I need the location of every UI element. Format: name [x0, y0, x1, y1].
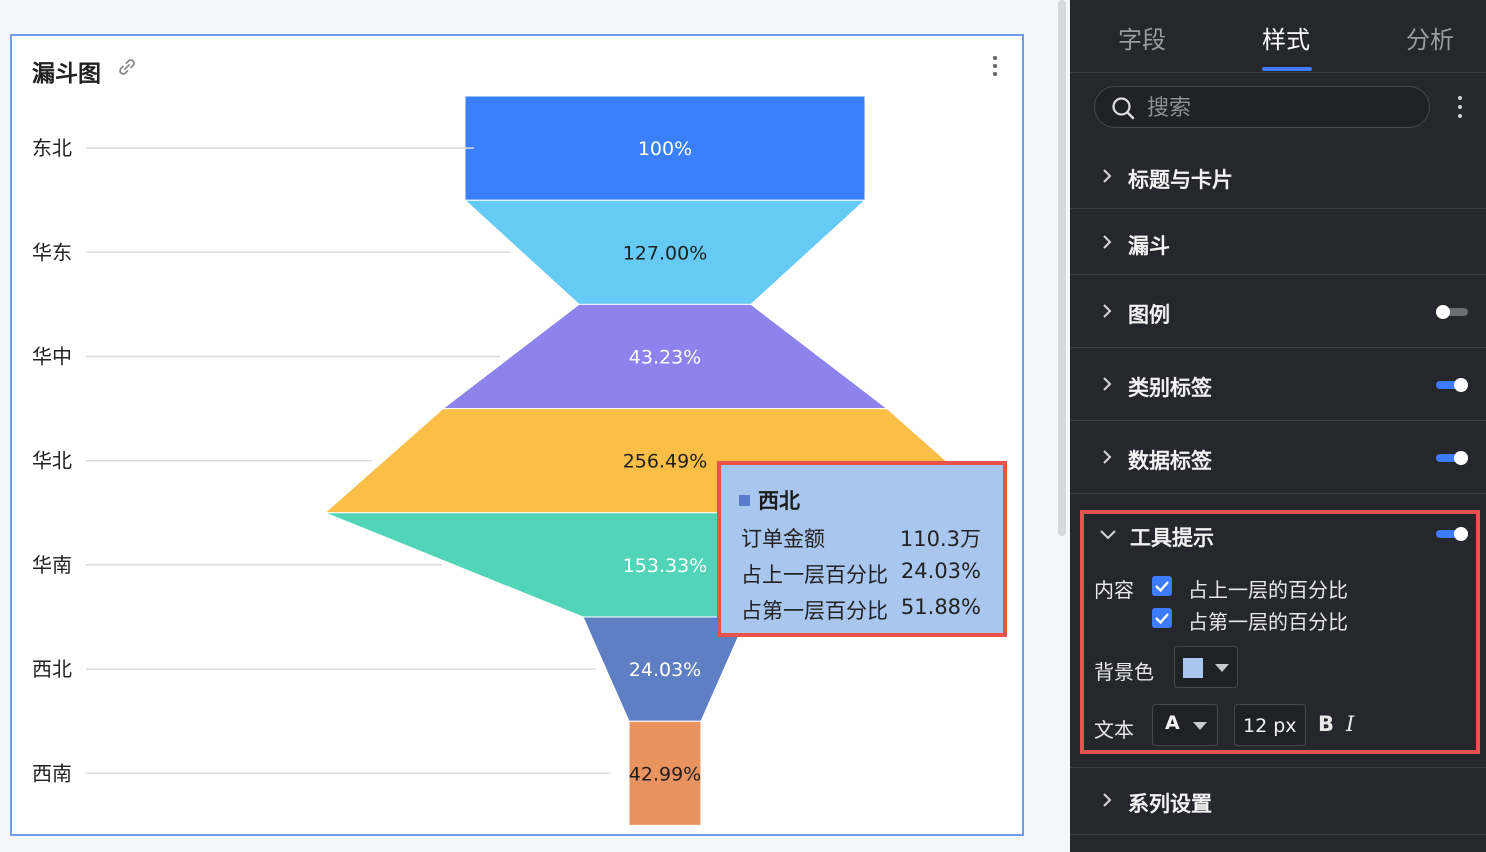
- chevron-right-icon: [1103, 377, 1112, 391]
- search-input[interactable]: [1145, 91, 1419, 125]
- section-label: 标题与卡片: [1128, 168, 1233, 192]
- content-label: 内容: [1094, 578, 1134, 602]
- section-legend[interactable]: 图例: [1070, 275, 1486, 348]
- section-tooltip: 工具提示 内容 占上一层的百分比 占第一层的百分比 背景色 文本 A B I: [1080, 510, 1480, 754]
- option-label: 占第一层的百分比: [1188, 610, 1348, 634]
- background-color-picker[interactable]: [1174, 646, 1238, 688]
- panel-search: [1094, 86, 1430, 128]
- tooltip-title-text: 西北: [758, 489, 800, 513]
- section-label: 图例: [1128, 303, 1170, 327]
- data-label: 100%: [638, 138, 692, 160]
- funnel-chart: 东北 100% 华东 127.00% 华中 43.23% 华北 256.49% 华南 153.33…: [32, 95, 1007, 826]
- section-label: 漏斗: [1128, 234, 1170, 258]
- category-label: 东北: [32, 136, 72, 160]
- scrollbar-thumb[interactable]: [1058, 0, 1066, 536]
- data-label: 153.33%: [623, 555, 708, 577]
- font-size-field: [1234, 704, 1306, 746]
- check-icon: [1155, 613, 1169, 625]
- section-series-settings[interactable]: 系列设置: [1070, 767, 1486, 835]
- section-title-card[interactable]: 标题与卡片: [1070, 144, 1486, 209]
- active-tab-indicator: [1262, 67, 1312, 71]
- search-icon: [1112, 97, 1135, 120]
- chevron-down-icon[interactable]: [1100, 527, 1116, 541]
- checkbox-first-layer-percent[interactable]: [1152, 608, 1172, 628]
- chevron-right-icon: [1103, 235, 1112, 249]
- panel-tabs: 字段 样式 分析: [1070, 0, 1486, 73]
- data-label: 43.23%: [629, 347, 701, 369]
- category-label: 华南: [32, 553, 72, 577]
- color-swatch: [1183, 658, 1203, 678]
- caret-down-icon: [1215, 664, 1229, 672]
- category-label: 西北: [32, 657, 72, 681]
- section-funnel[interactable]: 漏斗: [1070, 209, 1486, 275]
- checkbox-prev-layer-percent[interactable]: [1152, 576, 1172, 596]
- tooltip-row-value: 110.3万: [899, 527, 981, 551]
- funnel-chart-card[interactable]: 漏斗图 东北 100% 华东 127.00% 华中 43.23% 华北 256.49% 华南 15…: [10, 34, 1024, 836]
- section-label: 工具提示: [1130, 526, 1214, 550]
- legend-toggle[interactable]: [1436, 305, 1468, 319]
- caret-down-icon: [1193, 722, 1207, 730]
- tab-style[interactable]: 样式: [1262, 20, 1310, 55]
- chart-tooltip: 西北 订单金额 110.3万 占上一层百分比 24.03% 占第一层百分比 51…: [717, 461, 1007, 637]
- section-category-labels[interactable]: 类别标签: [1070, 348, 1486, 421]
- check-icon: [1155, 581, 1169, 593]
- canvas-area: 漏斗图 东北 100% 华东 127.00% 华中 43.23% 华北 256.49% 华南 15…: [0, 0, 1070, 852]
- section-label: 系列设置: [1128, 792, 1212, 816]
- tab-analysis[interactable]: 分析: [1406, 20, 1454, 55]
- tooltip-title: 西北: [739, 485, 800, 515]
- tooltip-row-label: 占上一层百分比: [741, 563, 888, 587]
- series-marker-icon: [739, 494, 750, 506]
- chevron-right-icon: [1103, 169, 1112, 183]
- tooltip-row-label: 订单金额: [741, 527, 825, 551]
- category-label: 西南: [32, 761, 72, 785]
- tooltip-toggle[interactable]: [1436, 527, 1468, 541]
- chevron-right-icon: [1103, 793, 1112, 807]
- data-label: 42.99%: [629, 763, 701, 785]
- tooltip-row-label: 占第一层百分比: [741, 599, 888, 623]
- data-label: 127.00%: [623, 242, 708, 264]
- category-label: 华东: [32, 240, 72, 264]
- data-label: 256.49%: [623, 451, 708, 473]
- data-label: 24.03%: [629, 659, 701, 681]
- category-label: 华北: [32, 449, 72, 473]
- category-labels-toggle[interactable]: [1436, 378, 1468, 392]
- font-color-select[interactable]: A: [1152, 704, 1218, 746]
- tooltip-row-value: 51.88%: [900, 595, 981, 619]
- chevron-right-icon: [1103, 450, 1112, 464]
- background-color-label: 背景色: [1094, 660, 1154, 684]
- chevron-right-icon: [1103, 304, 1112, 318]
- section-label: 数据标签: [1128, 449, 1212, 473]
- canvas-scrollbar[interactable]: [1056, 0, 1068, 540]
- font-size-input[interactable]: [1241, 711, 1305, 741]
- tooltip-row-value: 24.03%: [900, 559, 981, 583]
- section-data-labels[interactable]: 数据标签: [1070, 421, 1486, 494]
- section-label: 类别标签: [1128, 376, 1212, 400]
- tab-fields[interactable]: 字段: [1118, 20, 1166, 55]
- style-panel: 字段 样式 分析 标题与卡片 漏斗 图例 类别标签 数据标签 工具提示: [1070, 0, 1486, 852]
- italic-button[interactable]: I: [1346, 712, 1354, 736]
- bold-button[interactable]: B: [1318, 712, 1334, 736]
- font-color-glyph: A: [1165, 712, 1180, 734]
- category-label: 华中: [32, 345, 72, 369]
- data-labels-toggle[interactable]: [1436, 451, 1468, 465]
- text-label: 文本: [1094, 718, 1134, 742]
- panel-more-icon[interactable]: [1456, 96, 1464, 122]
- option-label: 占上一层的百分比: [1188, 578, 1348, 602]
